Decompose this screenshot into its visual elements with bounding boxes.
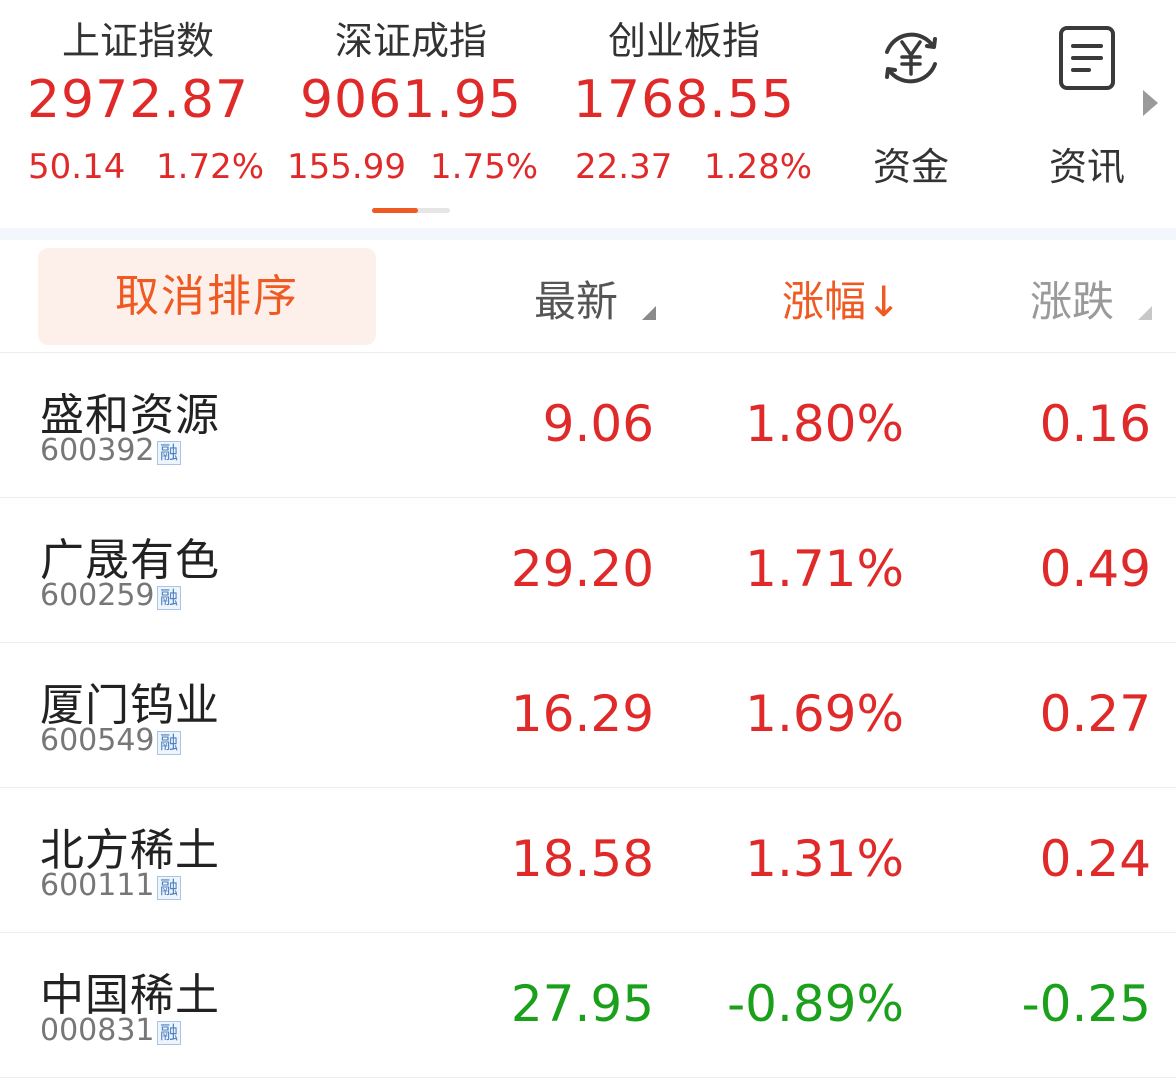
change-amount: 0.16 (1039, 395, 1151, 453)
change-pct: 1.31% (745, 830, 904, 888)
page-indicator (372, 208, 450, 213)
cancel-sort-button[interactable]: 取消排序 (38, 248, 376, 345)
index-change: 155.99 (287, 147, 406, 187)
news-shortcut[interactable]: 资讯 (1027, 20, 1147, 189)
change-pct: 1.71% (745, 540, 904, 598)
latest-price: 18.58 (510, 830, 654, 888)
change-amount: 0.49 (1039, 540, 1151, 598)
table-row[interactable]: 北方稀土 600111 融 18.58 1.31% 0.24 (0, 788, 1176, 933)
yuan-cycle-icon (885, 32, 937, 84)
index-value: 1768.55 (572, 70, 796, 130)
margin-trading-badge: 融 (157, 731, 181, 755)
chevron-right-icon[interactable] (1143, 90, 1158, 116)
index-change-pct: 1.28% (704, 147, 813, 187)
index-change: 50.14 (28, 147, 126, 187)
sort-indicator-icon (642, 306, 656, 320)
latest-price: 16.29 (510, 685, 654, 743)
change-amount: 0.27 (1039, 685, 1151, 743)
sort-pct-header[interactable]: 涨幅↓ (782, 268, 901, 329)
news-label: 资讯 (1048, 145, 1125, 189)
margin-trading-badge: 融 (157, 876, 181, 900)
stock-code: 600111 (40, 868, 155, 903)
document-icon (1059, 26, 1115, 90)
latest-price: 27.95 (510, 975, 654, 1033)
change-amount: -0.25 (1021, 975, 1151, 1033)
index-chinext[interactable]: 创业板指 1768.55 22.37 1.28% (546, 0, 822, 200)
funds-shortcut[interactable]: 资金 (851, 20, 971, 189)
stock-code: 600549 (40, 723, 155, 758)
page-indicator-active (372, 208, 418, 213)
index-name: 深证成指 (334, 19, 487, 63)
section-divider (0, 228, 1176, 240)
stock-list: 盛和资源 600392 融 9.06 1.80% 0.16 广晟有色 60025… (0, 353, 1176, 1078)
index-name: 创业板指 (607, 19, 760, 63)
index-value: 2972.87 (26, 70, 250, 130)
stock-code: 600259 (40, 578, 155, 613)
index-change-pct: 1.72% (156, 147, 265, 187)
index-change: 22.37 (575, 147, 673, 187)
table-header: 取消排序 最新 涨幅↓ 涨跌 (0, 240, 1176, 353)
index-shenzhen[interactable]: 深证成指 9061.95 155.99 1.75% (276, 0, 546, 200)
index-name: 上证指数 (61, 19, 214, 63)
index-value: 9061.95 (299, 70, 523, 130)
latest-price: 29.20 (510, 540, 654, 598)
index-carousel[interactable]: 上证指数 2972.87 50.14 1.72% 深证成指 9061.95 15… (0, 0, 1176, 228)
stock-code: 000831 (40, 1013, 155, 1048)
table-row[interactable]: 盛和资源 600392 融 9.06 1.80% 0.16 (0, 353, 1176, 498)
sort-change-header[interactable]: 涨跌 (1030, 268, 1114, 329)
margin-trading-badge: 融 (157, 441, 181, 465)
change-pct: 1.69% (745, 685, 904, 743)
index-change-pct: 1.75% (430, 147, 539, 187)
change-pct: 1.80% (745, 395, 904, 453)
sort-latest-header[interactable]: 最新 (534, 268, 618, 329)
stock-code: 600392 (40, 433, 155, 468)
latest-price: 9.06 (542, 395, 654, 453)
index-shanghai[interactable]: 上证指数 2972.87 50.14 1.72% (0, 0, 276, 200)
margin-trading-badge: 融 (157, 1021, 181, 1045)
sort-indicator-icon (1138, 306, 1152, 320)
table-row[interactable]: 广晟有色 600259 融 29.20 1.71% 0.49 (0, 498, 1176, 643)
table-row[interactable]: 厦门钨业 600549 融 16.29 1.69% 0.27 (0, 643, 1176, 788)
table-row[interactable]: 中国稀土 000831 融 27.95 -0.89% -0.25 (0, 933, 1176, 1078)
stock-list-screen: 上证指数 2972.87 50.14 1.72% 深证成指 9061.95 15… (0, 0, 1176, 1083)
margin-trading-badge: 融 (157, 586, 181, 610)
change-pct: -0.89% (727, 975, 904, 1033)
funds-label: 资金 (872, 145, 949, 189)
change-amount: 0.24 (1039, 830, 1151, 888)
